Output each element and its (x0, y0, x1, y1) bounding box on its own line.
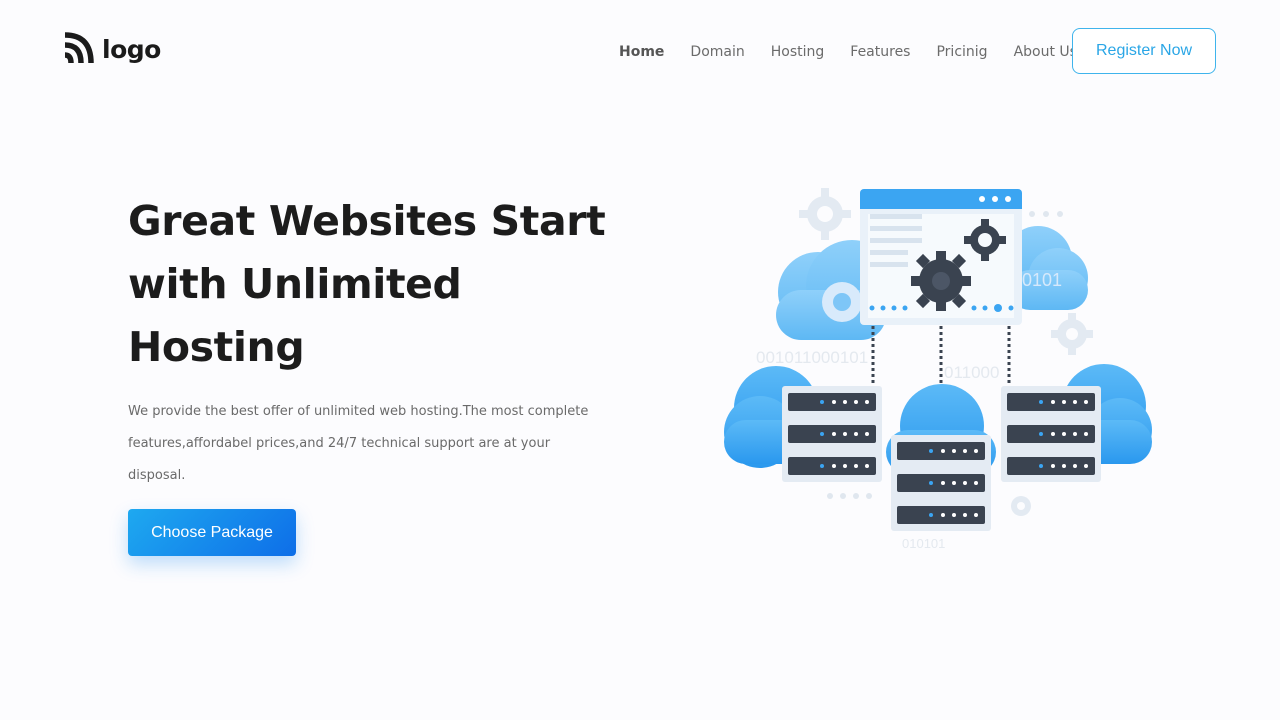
gear-icon (799, 188, 851, 240)
browser-window-icon (860, 189, 1022, 325)
server-rack-icon (891, 435, 991, 531)
binary-text: 010101 (902, 536, 945, 551)
binary-text: 001011000101 (756, 348, 868, 367)
binary-text: 0101 (1022, 270, 1062, 290)
nav-item-about-us[interactable]: About Us (1014, 44, 1077, 60)
server-rack-icon (1001, 386, 1101, 482)
main-nav: Home Domain Hosting Features Pricinig Ab… (606, 40, 1090, 64)
gear-icon (1011, 496, 1031, 516)
hero-title: Great Websites Start with Unlimited Host… (128, 197, 606, 371)
nav-item-hosting[interactable]: Hosting (771, 44, 825, 60)
site-header: logo Home Domain Hosting Features Pricin… (0, 0, 1280, 100)
choose-package-button[interactable]: Choose Package (128, 509, 296, 556)
gear-icon (911, 251, 971, 311)
nav-item-features[interactable]: Features (850, 44, 910, 60)
nav-item-home[interactable]: Home (619, 44, 664, 60)
nav-item-domain[interactable]: Domain (690, 44, 744, 60)
gear-icon (1051, 313, 1093, 355)
register-now-button[interactable]: Register Now (1072, 28, 1216, 74)
hero-description: We provide the best offer of unlimited w… (128, 404, 589, 483)
cloud-servers-illustration: 0101 001011000101 011000 010101 (720, 180, 1160, 560)
nav-item-pricing[interactable]: Pricinig (936, 44, 987, 60)
logo[interactable]: logo (62, 30, 161, 68)
logo-text: logo (102, 34, 161, 64)
binary-text: 011000 (944, 363, 999, 382)
server-rack-icon (782, 386, 882, 482)
rss-feed-icon (64, 32, 94, 64)
